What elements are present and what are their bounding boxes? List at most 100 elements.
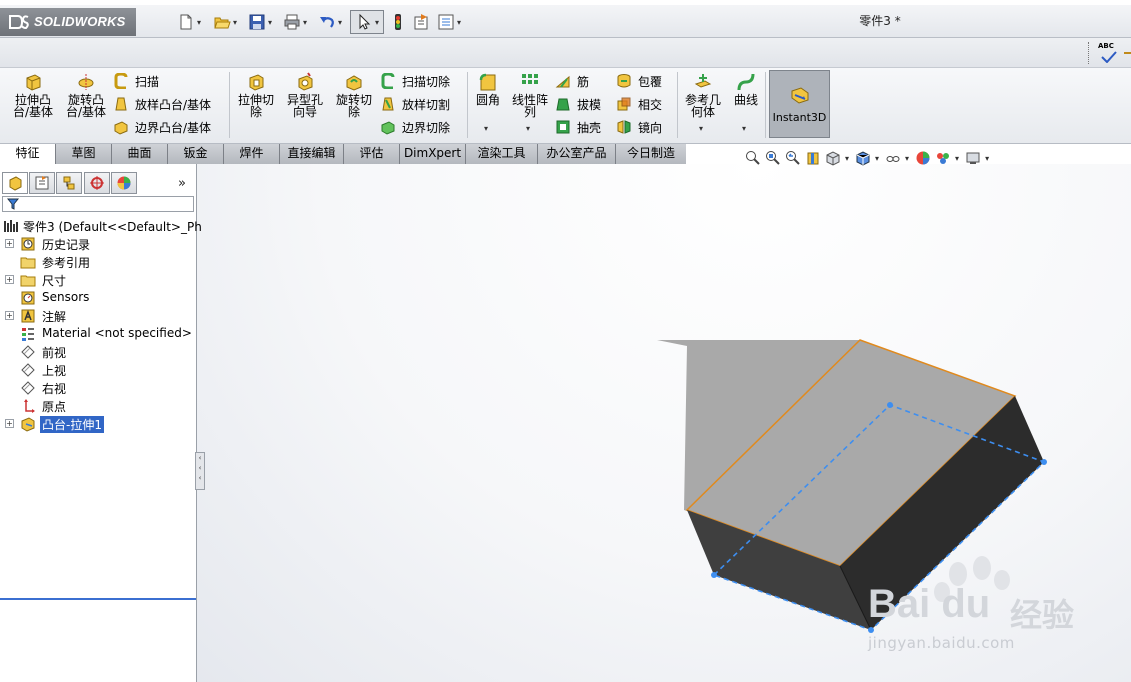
instant3d-button[interactable]: Instant3D [769, 70, 830, 138]
wrap-label: 包覆 [638, 74, 663, 89]
tree-item-part[interactable]: 零件3 (Default<<Default>_Ph [0, 217, 202, 235]
linear-pattern-button[interactable]: 线性阵列 [508, 72, 552, 118]
solidworks-logo[interactable]: SOLIDWORKS [0, 8, 136, 36]
sweep-button[interactable]: 扫描 [113, 71, 159, 91]
sketch-vertex[interactable] [711, 572, 717, 578]
chevron-down-icon[interactable]: ▾ [845, 154, 849, 163]
expand-toggle[interactable]: + [5, 419, 14, 428]
hole-wizard-button[interactable]: 异型孔向导 [282, 72, 328, 118]
print-button[interactable]: ▾ [278, 10, 312, 34]
chevron-down-icon[interactable]: ▾ [875, 154, 879, 163]
chevron-down-icon[interactable]: ▾ [905, 154, 909, 163]
revolve-boss-button[interactable]: 旋转凸台/基体 [62, 72, 110, 118]
spell-check-label: ABC [1098, 42, 1114, 50]
tab-property-manager[interactable] [29, 172, 55, 194]
panel-collapse-handle[interactable]: ‹ ‹ ‹ [195, 452, 205, 490]
tab-sketch[interactable]: 草图 [56, 144, 112, 164]
shell-button[interactable]: 抽壳 [555, 117, 601, 137]
tree-item-label: 右视 [42, 382, 67, 396]
curves-button[interactable]: 曲线 [729, 72, 763, 106]
tab-direct-editing[interactable]: 直接编辑 [280, 144, 344, 164]
chevron-down-icon[interactable]: ▾ [985, 154, 989, 163]
tab-weldments[interactable]: 焊件 [224, 144, 280, 164]
swept-cut-button[interactable]: 扫描切除 [380, 71, 450, 91]
draft-button[interactable]: 拔模 [555, 94, 601, 114]
tree-item-material[interactable]: Material <not specified> [0, 325, 196, 343]
mirror-button[interactable]: 镜向 [616, 117, 662, 137]
tree-item-right-plane[interactable]: 右视 [0, 379, 196, 397]
reference-geometry-button[interactable]: 参考几何体 [681, 72, 725, 118]
extrude-cut-button[interactable]: 拉伸切除 [234, 72, 278, 118]
chevron-down-icon: ▾ [196, 17, 201, 27]
boundary-cut-button[interactable]: 边界切除 [380, 117, 450, 137]
loft-icon [115, 97, 127, 111]
tab-dimxpert-manager[interactable] [84, 172, 110, 194]
options-button[interactable]: ▾ [433, 10, 465, 34]
chevron-down-icon[interactable]: ▾ [699, 124, 703, 133]
edit-appearance-icon[interactable] [915, 150, 931, 166]
filter-bar[interactable] [2, 196, 194, 212]
lofted-cut-button[interactable]: 放样切割 [380, 94, 450, 114]
view-settings-icon[interactable] [965, 150, 981, 166]
tab-dimxpert[interactable]: DimXpert [400, 144, 466, 164]
new-document-button[interactable]: ▾ [170, 10, 208, 34]
boundary-boss-button[interactable]: 边界凸台/基体 [113, 117, 211, 137]
tab-evaluate[interactable]: 评估 [344, 144, 400, 164]
tab-surfaces[interactable]: 曲面 [112, 144, 168, 164]
expand-panel-button[interactable]: » [178, 176, 186, 191]
chevron-down-icon[interactable]: ▾ [526, 124, 530, 133]
hide-show-items-icon[interactable] [885, 150, 901, 166]
revolve-cut-button[interactable]: 旋转切除 [332, 72, 376, 118]
tree-item-references[interactable]: 参考引用 [0, 253, 196, 271]
select-button[interactable]: ▾ [350, 10, 384, 34]
expand-toggle[interactable]: + [5, 239, 14, 248]
zoom-to-fit-icon[interactable] [745, 150, 761, 166]
extrude-boss-button[interactable]: 拉伸凸台/基体 [8, 72, 58, 118]
tab-render-tools[interactable]: 渲染工具 [466, 144, 538, 164]
tab-feature-manager[interactable] [2, 172, 28, 194]
apply-scene-icon[interactable] [935, 150, 951, 166]
rib-button[interactable]: 筋 [555, 71, 589, 91]
expand-toggle[interactable]: + [5, 275, 14, 284]
configuration-manager-icon [63, 176, 75, 190]
annotations-icon [21, 309, 35, 323]
display-style-icon[interactable] [855, 150, 871, 166]
chevron-down-icon[interactable]: ▾ [484, 124, 488, 133]
tree-item-top-plane[interactable]: 上视 [0, 361, 196, 379]
zoom-to-area-icon[interactable] [765, 150, 781, 166]
open-document-button[interactable]: ▾ [206, 10, 244, 34]
tree-item-boss-extrude1[interactable]: + 凸台-拉伸1 [0, 415, 196, 433]
tab-features[interactable]: 特征 [0, 144, 56, 164]
section-view-icon[interactable] [805, 150, 821, 166]
tab-make-it-today[interactable]: 今日制造 [616, 144, 686, 164]
tree-item-dimensions[interactable]: + 尺寸 [0, 271, 196, 289]
view-orientation-icon[interactable] [825, 150, 841, 166]
tree-item-origin[interactable]: 原点 [0, 397, 196, 415]
tree-item-annotations[interactable]: + 注解 [0, 307, 196, 325]
file-properties-button[interactable] [410, 10, 432, 34]
chevron-down-icon[interactable]: ▾ [742, 124, 746, 133]
tree-item-front-plane[interactable]: 前视 [0, 343, 196, 361]
previous-view-icon[interactable] [785, 150, 801, 166]
tab-display-manager[interactable] [111, 172, 137, 194]
expand-toggle[interactable]: + [5, 311, 14, 320]
save-button[interactable]: ▾ [243, 10, 277, 34]
fillet-button[interactable]: 圆角 [471, 72, 505, 106]
rollback-bar[interactable] [0, 598, 196, 600]
wrap-button[interactable]: 包覆 [616, 71, 662, 91]
rebuild-button[interactable] [388, 10, 408, 34]
intersect-button[interactable]: 相交 [616, 94, 662, 114]
checkmark-icon [1101, 51, 1117, 63]
sketch-vertex[interactable] [1041, 459, 1047, 465]
tab-office-products[interactable]: 办公室产品 [538, 144, 616, 164]
command-tabs: 特征 草图 曲面 钣金 焊件 直接编辑 评估 DimXpert 渲染工具 办公室… [0, 144, 686, 164]
sketch-vertex[interactable] [887, 402, 893, 408]
tab-sheet-metal[interactable]: 钣金 [168, 144, 224, 164]
loft-boss-button[interactable]: 放样凸台/基体 [113, 94, 211, 114]
tree-item-sensors[interactable]: Sensors [0, 289, 196, 307]
chevron-down-icon[interactable]: ▾ [955, 154, 959, 163]
tab-configuration-manager[interactable] [56, 172, 82, 194]
tree-item-history[interactable]: + 历史记录 [0, 235, 196, 253]
undo-button[interactable]: ▾ [313, 10, 347, 34]
spell-check-button[interactable]: ABC [1098, 42, 1120, 64]
